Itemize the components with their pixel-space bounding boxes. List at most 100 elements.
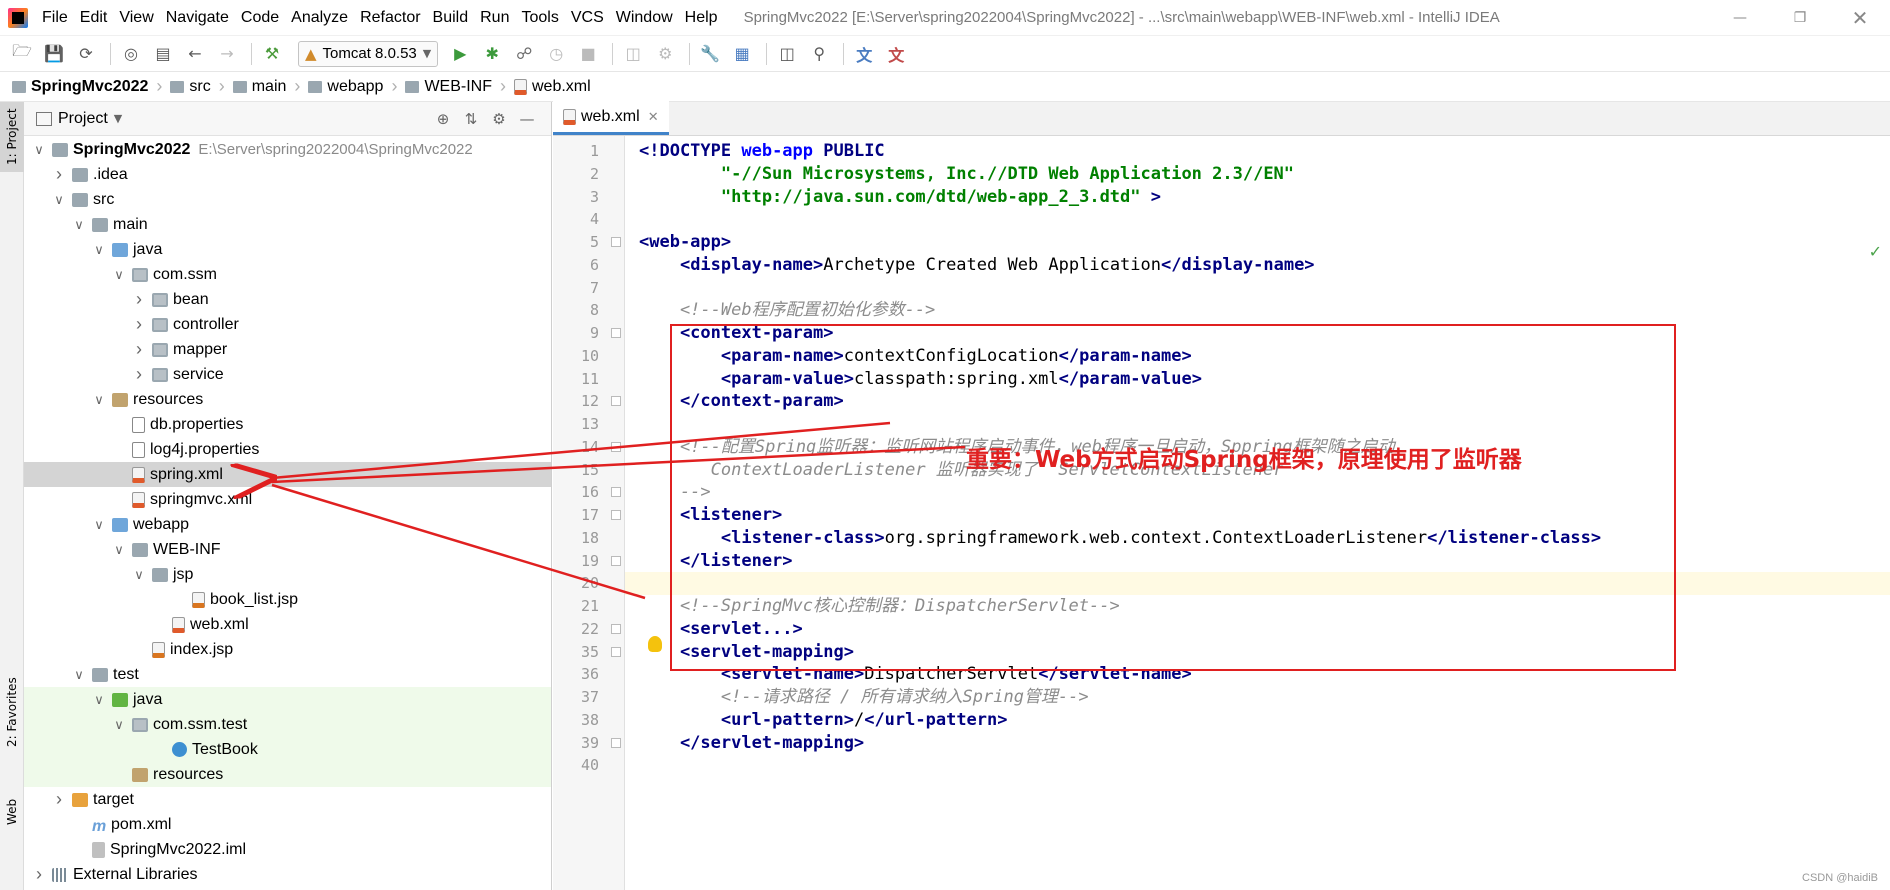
web-tool-tab[interactable]: Web [0, 792, 24, 832]
tree-item[interactable]: ∨ SpringMvc2022 E:\Server\spring2022004\Sp… [24, 137, 551, 162]
code-line[interactable]: "-//Sun Microsystems, Inc.//DTD Web Appl… [625, 163, 1890, 186]
chevron-right-icon[interactable]: › [32, 864, 46, 885]
chevron-down-icon[interactable]: ∨ [92, 517, 106, 533]
tree-item[interactable]: index.jsp [24, 637, 551, 662]
chevron-right-icon[interactable]: › [52, 164, 66, 185]
tree-item[interactable]: ∨ com.ssm.test [24, 712, 551, 737]
fold-marker-icon[interactable] [611, 737, 621, 748]
chevron-down-icon[interactable]: ∨ [92, 392, 106, 408]
chevron-down-icon[interactable]: ∨ [72, 667, 86, 683]
code-line[interactable]: <!--Web程序配置初始化参数--> [625, 299, 1890, 322]
fold-marker-icon[interactable] [611, 396, 621, 407]
profile-icon[interactable]: ◷ [542, 40, 570, 68]
chevron-right-icon[interactable]: › [132, 314, 146, 335]
tree-item[interactable]: m pom.xml [24, 812, 551, 837]
close-icon[interactable]: ✕ [648, 109, 659, 125]
menu-tools[interactable]: Tools [515, 9, 564, 27]
restore-icon[interactable]: ❐ [1770, 0, 1830, 36]
tree-item[interactable]: SpringMvc2022.iml [24, 837, 551, 862]
globe-icon[interactable]: ◎ [117, 40, 145, 68]
tree-item[interactable]: springmvc.xml [24, 487, 551, 512]
chevron-down-icon[interactable]: ∨ [132, 567, 146, 583]
tree-item[interactable]: ∨ java [24, 687, 551, 712]
back-arrow-icon[interactable]: ← [181, 40, 209, 68]
tree-item[interactable]: ∨ java [24, 237, 551, 262]
wrench-icon[interactable]: 🔧 [696, 40, 724, 68]
tree-item[interactable]: › controller [24, 312, 551, 337]
breadcrumb-item[interactable]: SpringMvc2022 [12, 78, 148, 96]
chevron-down-icon[interactable]: ∨ [72, 217, 86, 233]
fold-marker-icon[interactable] [611, 487, 621, 498]
code-line[interactable]: </servlet-mapping> [625, 732, 1890, 755]
menu-build[interactable]: Build [427, 9, 475, 27]
tree-item[interactable]: TestBook [24, 737, 551, 762]
breadcrumb-item[interactable]: src [170, 78, 211, 96]
menu-file[interactable]: File [36, 9, 74, 27]
code-line[interactable]: <!DOCTYPE web-app PUBLIC [625, 140, 1890, 163]
open-folder-icon[interactable]: 🗁 [8, 40, 36, 68]
code-line[interactable]: <!--请求路径 / 所有请求纳入Spring管理--> [625, 686, 1890, 709]
search-icon[interactable]: ⚲ [805, 40, 833, 68]
chevron-right-icon[interactable]: › [132, 364, 146, 385]
forward-arrow-icon[interactable]: → [213, 40, 241, 68]
menu-view[interactable]: View [113, 9, 159, 27]
sync-icon[interactable]: ⟳ [72, 40, 100, 68]
tree-item[interactable]: › External Libraries [24, 862, 551, 887]
fold-marker-icon[interactable] [611, 328, 621, 338]
coverage-icon[interactable]: ☍ [510, 40, 538, 68]
chevron-down-icon[interactable]: ∨ [112, 542, 126, 558]
minimize-icon[interactable]: — [1710, 0, 1770, 36]
collapse-all-icon[interactable]: ⇅ [457, 110, 485, 128]
tree-item[interactable]: ∨ com.ssm [24, 262, 551, 287]
tree-item[interactable]: log4j.properties [24, 437, 551, 462]
code-line[interactable] [625, 208, 1890, 231]
code-line[interactable] [625, 277, 1890, 300]
fold-marker-icon[interactable] [611, 441, 621, 452]
chevron-down-icon[interactable]: ∨ [92, 242, 106, 258]
tree-item[interactable]: ∨ WEB-INF [24, 537, 551, 562]
tree-item[interactable]: ∨ src [24, 187, 551, 212]
fold-marker-icon[interactable] [611, 555, 621, 566]
chevron-right-icon[interactable]: › [132, 289, 146, 310]
code-line[interactable] [625, 754, 1890, 777]
tree-item[interactable]: web.xml [24, 612, 551, 637]
save-all-icon[interactable]: 💾 [40, 40, 68, 68]
chevron-down-icon[interactable]: ∨ [52, 192, 66, 208]
project-panel-title[interactable]: Project [58, 110, 108, 128]
tree-item[interactable]: db.properties [24, 412, 551, 437]
tree-item[interactable]: ∨ jsp [24, 562, 551, 587]
intention-bulb-icon[interactable] [648, 636, 662, 652]
tree-item[interactable]: › target [24, 787, 551, 812]
menu-window[interactable]: Window [610, 9, 679, 27]
tab-web-xml[interactable]: web.xml ✕ [553, 101, 669, 135]
tree-item[interactable]: › mapper [24, 337, 551, 362]
chevron-down-icon[interactable]: ▼ [114, 112, 122, 125]
run-configuration-select[interactable]: ▲ Tomcat 8.0.53 ▼ [298, 40, 439, 67]
tree-item[interactable]: spring.xml [24, 462, 551, 487]
favorites-tool-tab[interactable]: 2: Favorites [0, 672, 24, 752]
inspection-ok-icon[interactable]: ✓ [1869, 242, 1882, 261]
fold-marker-icon[interactable] [611, 237, 621, 247]
terminal-icon[interactable]: ◫ [773, 40, 801, 68]
code-line[interactable]: <display-name>Archetype Created Web Appl… [625, 254, 1890, 277]
fold-marker-icon[interactable] [611, 510, 621, 520]
tree-item[interactable]: resources [24, 762, 551, 787]
menu-navigate[interactable]: Navigate [160, 9, 235, 27]
tree-item[interactable]: ∨ webapp [24, 512, 551, 537]
breadcrumb-item[interactable]: WEB-INF [405, 78, 492, 96]
locate-file-icon[interactable]: ⊕ [429, 110, 457, 128]
debug-icon[interactable]: ✱ [478, 40, 506, 68]
chevron-down-icon[interactable]: ∨ [92, 692, 106, 708]
folder-icon[interactable]: ▤ [149, 40, 177, 68]
hide-panel-icon[interactable]: — [513, 110, 541, 128]
stop-icon[interactable]: ■ [574, 40, 602, 68]
chevron-right-icon[interactable]: › [132, 339, 146, 360]
build-hammer-icon[interactable]: ⚒ [258, 40, 286, 68]
fold-marker-icon[interactable] [611, 646, 621, 657]
translate-replace-icon[interactable]: 文 [882, 40, 910, 68]
breadcrumb-item[interactable]: web.xml [514, 78, 591, 96]
update-icon[interactable]: ⚙ [651, 40, 679, 68]
menu-refactor[interactable]: Refactor [354, 9, 426, 27]
menu-run[interactable]: Run [474, 9, 515, 27]
chevron-down-icon[interactable]: ∨ [32, 142, 46, 158]
